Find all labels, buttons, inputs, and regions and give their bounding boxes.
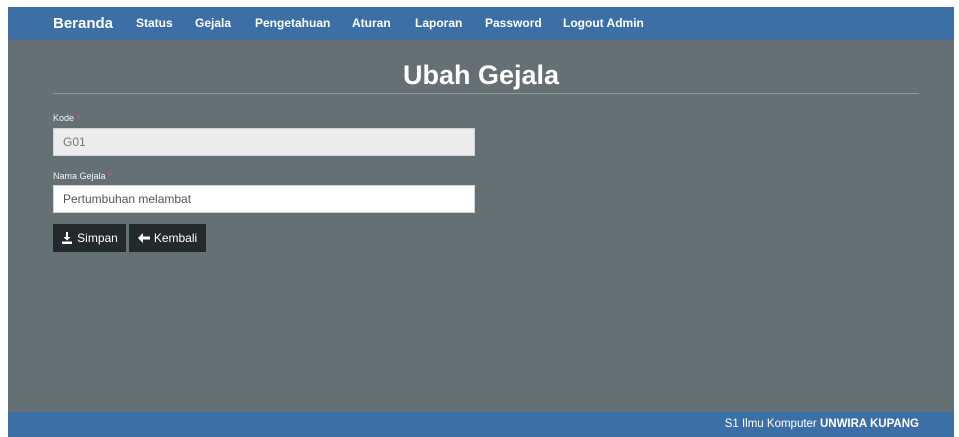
nav-brand-beranda[interactable]: Beranda bbox=[53, 7, 113, 40]
footer: S1 Ilmu Komputer UNWIRA KUPANG bbox=[8, 412, 954, 437]
nav-item-laporan[interactable]: Laporan bbox=[415, 7, 462, 40]
nav-item-aturan[interactable]: Aturan bbox=[352, 7, 391, 40]
back-button[interactable]: Kembali bbox=[129, 224, 206, 252]
required-mark: * bbox=[108, 171, 113, 181]
nama-gejala-label: Nama Gejala * bbox=[53, 171, 112, 181]
required-mark: * bbox=[77, 113, 81, 123]
arrow-left-icon bbox=[137, 233, 150, 243]
footer-org: UNWIRA KUPANG bbox=[819, 418, 919, 430]
save-button[interactable]: Simpan bbox=[53, 224, 126, 252]
title-divider bbox=[53, 93, 919, 94]
save-button-label: Simpan bbox=[77, 231, 118, 245]
nav-item-password[interactable]: Password bbox=[485, 7, 542, 40]
nav-item-logout-admin[interactable]: Logout Admin bbox=[563, 7, 644, 40]
nav-item-gejala[interactable]: Gejala bbox=[195, 7, 231, 40]
footer-credit: S1 Ilmu Komputer UNWIRA KUPANG bbox=[725, 412, 919, 437]
nama-gejala-input[interactable] bbox=[53, 185, 475, 213]
nama-gejala-label-text: Nama Gejala bbox=[53, 171, 106, 181]
nav-item-status[interactable]: Status bbox=[136, 7, 173, 40]
download-icon bbox=[61, 232, 73, 244]
navbar: Beranda Status Gejala Pengetahuan Aturan… bbox=[8, 7, 954, 40]
footer-prefix: S1 Ilmu Komputer bbox=[724, 418, 817, 430]
nav-item-pengetahuan[interactable]: Pengetahuan bbox=[255, 7, 330, 40]
kode-label-text: Kode bbox=[53, 113, 75, 123]
page-title: Ubah Gejala bbox=[402, 60, 560, 90]
back-button-label: Kembali bbox=[153, 231, 198, 245]
app-frame: Beranda Status Gejala Pengetahuan Aturan… bbox=[8, 7, 954, 437]
kode-input[interactable] bbox=[53, 128, 475, 156]
kode-label: Kode * bbox=[53, 113, 81, 123]
